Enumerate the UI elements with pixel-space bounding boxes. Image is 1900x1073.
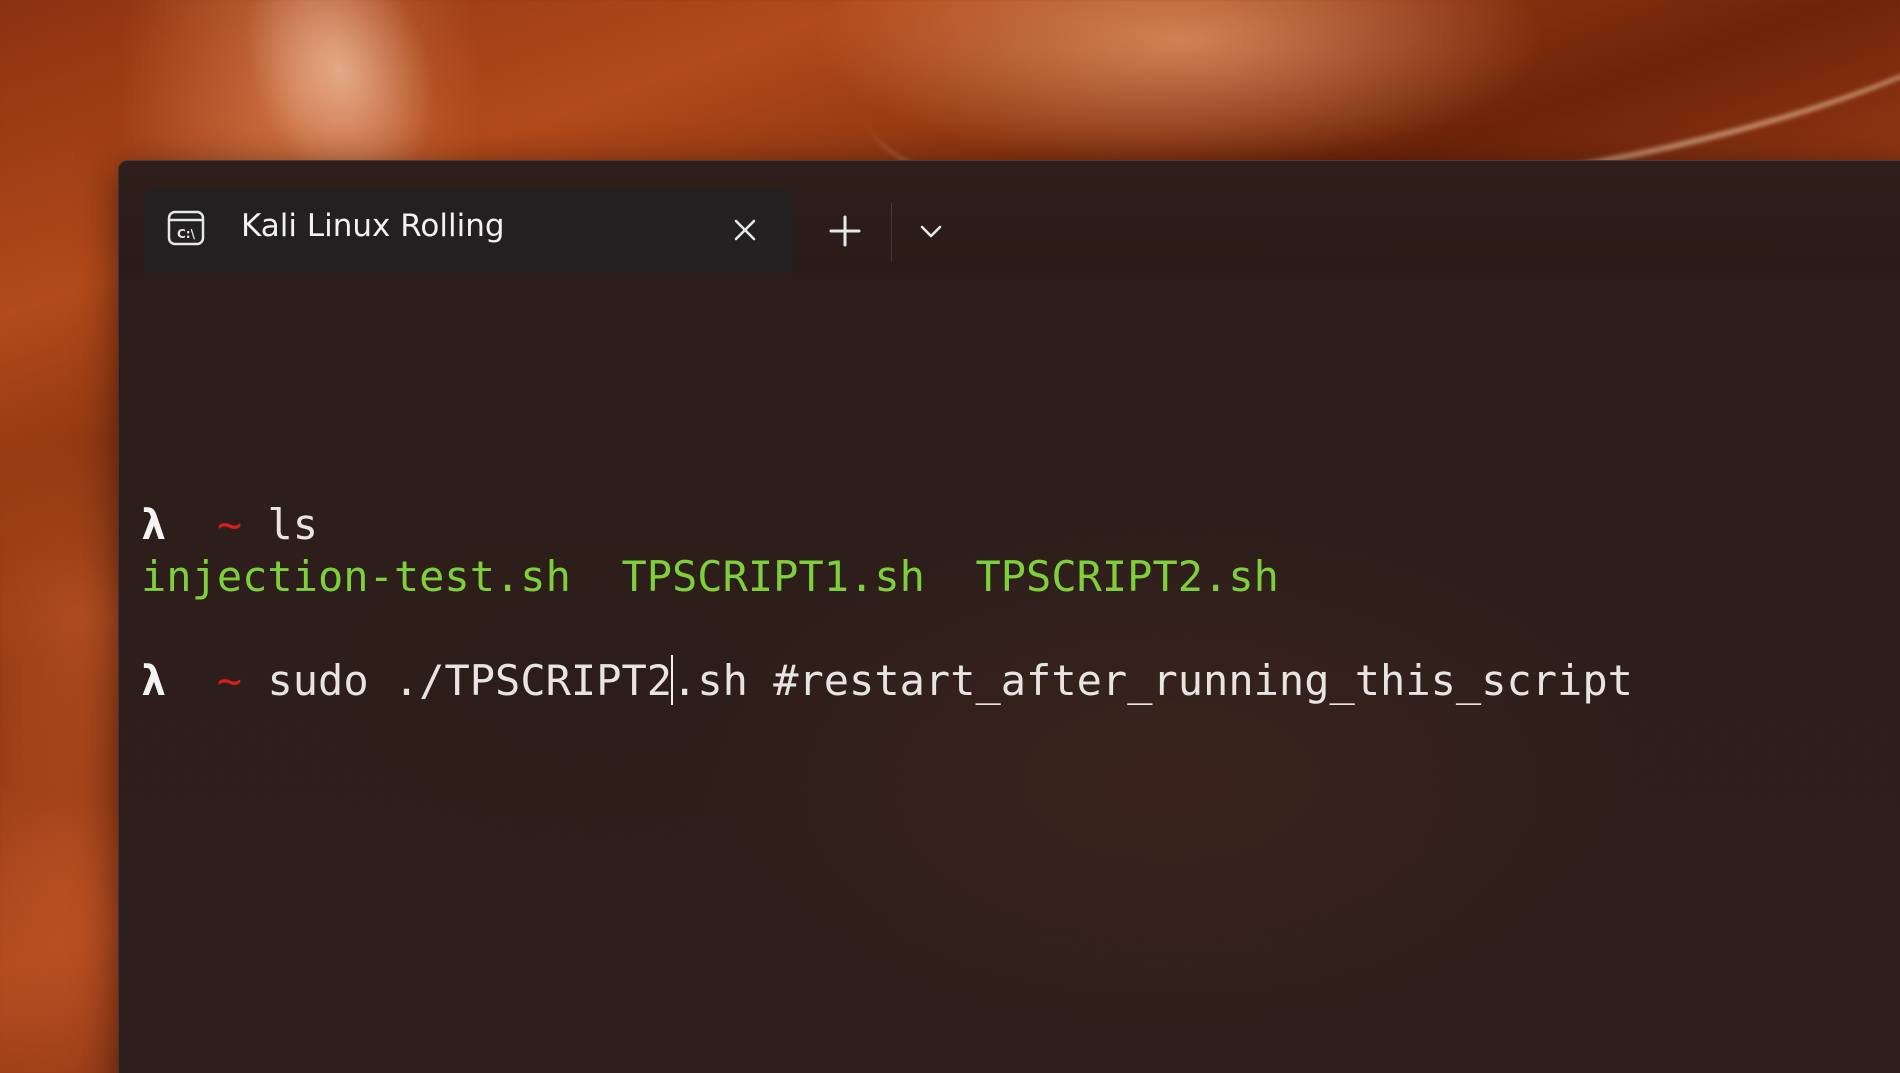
terminal-line: λ ~ ls	[141, 499, 318, 551]
command-text: .sh #restart_after_running_this_script	[672, 656, 1633, 705]
prompt-symbol: λ	[141, 500, 167, 549]
command-text: ls	[267, 500, 319, 549]
close-icon[interactable]	[727, 212, 763, 248]
prompt-directory: ~	[216, 656, 243, 705]
prompt-directory: ~	[216, 500, 243, 549]
tab-kali-linux-rolling[interactable]: C:\ Kali Linux Rolling	[143, 188, 793, 273]
file-entry: TPSCRIPT2.sh	[975, 552, 1279, 601]
plus-icon[interactable]	[825, 211, 865, 251]
prompt-symbol: λ	[141, 656, 167, 705]
file-entry: TPSCRIPT1.sh	[621, 552, 925, 601]
svg-text:C:\: C:\	[177, 227, 196, 241]
terminal-window: C:\ Kali Linux Rolling λ ~ ls injection-…	[118, 160, 1900, 1073]
title-bar: C:\ Kali Linux Rolling	[119, 161, 1900, 273]
command-text: sudo ./TPSCRIPT2	[267, 656, 673, 705]
titlebar-divider	[891, 203, 892, 261]
terminal-line: λ ~ sudo ./TPSCRIPT2.sh #restart_after_r…	[141, 655, 1633, 707]
file-entry: injection-test.sh	[141, 552, 571, 601]
terminal-line: injection-test.sh TPSCRIPT1.sh TPSCRIPT2…	[141, 551, 1279, 603]
tab-title: Kali Linux Rolling	[241, 208, 505, 244]
terminal-output[interactable]: λ ~ ls injection-test.sh TPSCRIPT1.sh TP…	[141, 273, 1900, 1073]
chevron-down-icon[interactable]	[913, 213, 949, 249]
terminal-icon: C:\	[167, 210, 205, 246]
